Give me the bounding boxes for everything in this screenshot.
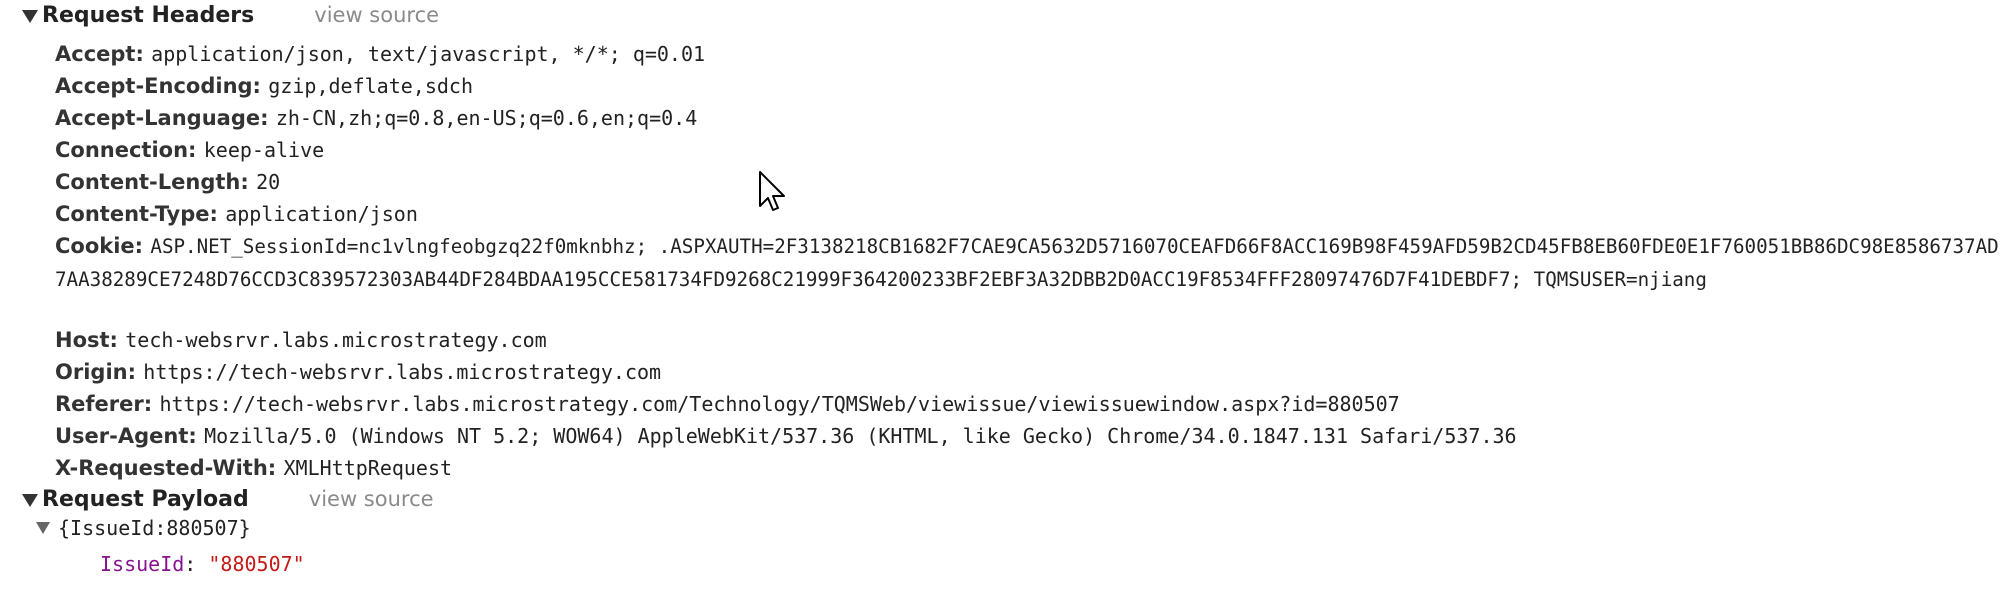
request-payload-title: Request Payload [42,486,249,512]
request-payload-header[interactable]: Request Payload view source [22,484,434,514]
header-key: Origin: [55,360,144,384]
header-row-host: Host: tech-websrvr.labs.microstrategy.co… [55,324,2004,356]
header-value: application/json, text/javascript, */*; … [151,42,706,66]
header-value: https://tech-websrvr.labs.microstrategy.… [159,392,1400,416]
header-key: Accept-Language: [55,106,276,130]
header-value: Mozilla/5.0 (Windows NT 5.2; WOW64) Appl… [204,424,1517,448]
header-key: Connection: [55,138,204,162]
triangle-down-icon[interactable] [22,9,38,23]
payload-property-key: IssueId [100,552,185,576]
triangle-down-icon[interactable] [22,493,38,507]
header-value: 20 [256,170,281,194]
request-headers-header[interactable]: Request Headers view source [22,0,439,30]
header-row-user-agent: User-Agent: Mozilla/5.0 (Windows NT 5.2;… [55,420,2004,452]
header-value: XMLHttpRequest [283,456,453,480]
header-row-cookie: Cookie: ASP.NET_SessionId=nc1vlngfeobgzq… [55,230,2000,297]
payload-object-toggle[interactable]: {IssueId:880507} [36,512,251,544]
header-row-accept-language: Accept-Language: zh-CN,zh;q=0.8,en-US;q=… [55,102,2004,134]
header-key: Referer: [55,392,160,416]
header-value: keep-alive [203,138,325,162]
payload-property: IssueId : "880507" [100,548,305,580]
header-key: Host: [55,328,126,352]
header-key: User-Agent: [55,424,205,448]
header-row-content-type: Content-Type: application/json [55,198,2004,230]
request-headers-title: Request Headers [42,2,255,28]
header-key: Cookie: [55,234,151,258]
header-row-accept: Accept: application/json, text/javascrip… [55,38,2004,70]
request-payload-view-source-link[interactable]: view source [309,487,434,511]
payload-property-value: "880507" [208,552,305,576]
payload-object-label: {IssueId:880507} [58,516,251,540]
header-row-origin: Origin: https://tech-websrvr.labs.micros… [55,356,2004,388]
request-headers-view-source-link[interactable]: view source [314,3,439,27]
mouse-pointer-icon [759,171,785,211]
header-row-referer: Referer: https://tech-websrvr.labs.micro… [55,388,2004,420]
header-key: Content-Type: [55,202,226,226]
header-key: Accept: [55,42,152,66]
header-row-x-requested-with: X-Requested-With: XMLHttpRequest [55,452,2004,484]
header-value: zh-CN,zh;q=0.8,en-US;q=0.6,en;q=0.4 [275,106,698,130]
header-row-accept-encoding: Accept-Encoding: gzip,deflate,sdch [55,70,2004,102]
triangle-down-icon[interactable] [36,522,50,534]
header-row-connection: Connection: keep-alive [55,134,2004,166]
header-key: Accept-Encoding: [55,74,269,98]
header-value: tech-websrvr.labs.microstrategy.com [125,328,547,352]
header-value: application/json [225,202,418,226]
header-key: X-Requested-With: [55,456,284,480]
header-key: Content-Length: [55,170,257,194]
header-value: ASP.NET_SessionId=nc1vlngfeobgzq22f0mknb… [55,235,1999,291]
header-value: https://tech-websrvr.labs.microstrategy.… [143,360,662,384]
header-value: gzip,deflate,sdch [268,74,473,98]
payload-property-separator: : [184,552,209,576]
header-row-content-length: Content-Length: 20 [55,166,2004,198]
